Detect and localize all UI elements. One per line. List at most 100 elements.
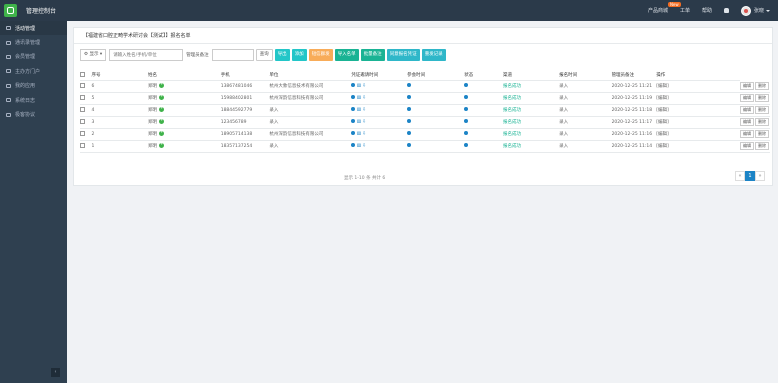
info-icon[interactable]	[407, 143, 412, 148]
import-button[interactable]: 导入名单	[334, 49, 359, 61]
info-icon[interactable]	[464, 143, 469, 148]
note-edit-link[interactable]: [编辑]	[656, 140, 740, 153]
row-checkbox[interactable]	[80, 119, 85, 124]
info-icon[interactable]	[351, 131, 356, 136]
plus-icon[interactable]	[158, 81, 164, 88]
plus-icon[interactable]	[158, 129, 164, 136]
sms-button[interactable]: 短信群发	[308, 49, 333, 61]
info-icon[interactable]	[351, 83, 356, 88]
sidebar-item-agreement[interactable]: 极客协议	[0, 107, 67, 121]
info-icon[interactable]	[351, 119, 356, 124]
pagination: « 1 »	[735, 171, 765, 181]
edit-button[interactable]: 编辑	[740, 81, 754, 90]
row-checkbox[interactable]	[80, 83, 85, 88]
delete-button[interactable]: 删除	[755, 81, 769, 90]
pager-page-1[interactable]: 1	[745, 171, 755, 181]
delete-button[interactable]: 删除	[755, 106, 769, 114]
avatar[interactable]	[740, 5, 751, 16]
sidebar-item-members[interactable]: 会员管理	[0, 50, 67, 64]
note-edit-link[interactable]: [编辑]	[656, 80, 740, 93]
top-link-ticket[interactable]: 工单	[680, 7, 690, 14]
cell-no: 4	[91, 104, 148, 117]
column-header: 操作	[656, 70, 740, 81]
user-name[interactable]: 张晓	[754, 7, 764, 14]
document-icon	[6, 112, 11, 117]
delete-button[interactable]: 删除	[755, 130, 769, 138]
plus-icon[interactable]	[158, 93, 164, 100]
sidebar-item-contacts[interactable]: 通讯录管理	[0, 35, 67, 49]
info-icon[interactable]	[464, 119, 469, 124]
note-edit-link[interactable]: [编辑]	[656, 116, 740, 129]
edit-button[interactable]: 编辑	[740, 94, 754, 102]
resend-log-button[interactable]: 重发记录	[421, 49, 446, 61]
voucher-icon[interactable]: ▤ ⇩	[357, 120, 366, 125]
delete-button[interactable]: 删除	[755, 94, 769, 102]
search-input[interactable]	[109, 49, 184, 61]
note-edit-link[interactable]: [编辑]	[656, 128, 740, 141]
info-icon[interactable]	[464, 107, 469, 112]
edit-button[interactable]: 编辑	[740, 142, 754, 150]
display-select[interactable]: ⚙ 显示 ▾	[80, 49, 107, 61]
approve-voucher-button[interactable]: 同意报名凭证	[386, 49, 420, 61]
cell-unit: 杭州深韵信息科技有限公司	[269, 92, 352, 105]
voucher-icon[interactable]: ▤ ⇩	[357, 144, 366, 149]
info-icon[interactable]	[407, 95, 412, 100]
delete-button[interactable]: 删除	[755, 118, 769, 126]
sidebar-item-logs[interactable]: 系统日志	[0, 93, 67, 107]
info-icon[interactable]	[351, 107, 356, 112]
sidebar-item-organizer[interactable]: 主办方门户	[0, 64, 67, 78]
edit-button[interactable]: 编辑	[740, 130, 754, 138]
top-link-store[interactable]: 产品商城 New	[647, 2, 681, 14]
row-checkbox[interactable]	[80, 107, 85, 112]
voucher-icon[interactable]: ▤ ⇩	[357, 84, 366, 89]
info-icon[interactable]	[407, 131, 412, 136]
registration-table: 序号 姓名 手机 单位 凭证邀请时间 参会时间 状态 渠道 报名时间 管理员备注…	[80, 70, 770, 153]
info-icon[interactable]	[351, 95, 356, 100]
plus-icon[interactable]	[158, 117, 164, 124]
batch-note-button[interactable]: 批量备注	[360, 49, 385, 61]
info-icon[interactable]	[407, 119, 412, 124]
edit-button[interactable]: 编辑	[740, 106, 754, 114]
sidebar-item-label: 活动管理	[15, 25, 36, 32]
note-edit-link[interactable]: [编辑]	[656, 92, 740, 105]
row-checkbox[interactable]	[80, 95, 85, 100]
info-icon[interactable]	[464, 83, 469, 88]
top-link-help[interactable]: 帮助	[702, 7, 712, 14]
plus-icon[interactable]	[158, 141, 164, 148]
info-icon[interactable]	[464, 95, 469, 100]
sidebar-collapse-button[interactable]: ‹	[51, 368, 60, 377]
sidebar-item-activity[interactable]: 活动管理	[0, 21, 67, 36]
top-link-label: 产品商城	[647, 8, 668, 14]
row-checkbox[interactable]	[80, 131, 85, 136]
voucher-icon[interactable]: ▤ ⇩	[357, 132, 366, 137]
admin-note-input[interactable]	[211, 49, 254, 61]
bell-icon[interactable]	[723, 8, 729, 13]
table-row: 6郑明 13867481046杭州大象信息技术有限公司 ▤ ⇩ 报名成功录入2020…	[80, 80, 770, 93]
plus-icon[interactable]	[158, 105, 164, 112]
add-button[interactable]: 添加	[291, 49, 307, 61]
cell-unit: 杭州深韵信息科技有限公司	[269, 128, 352, 141]
export-button[interactable]: 导出	[274, 49, 290, 61]
delete-button[interactable]: 删除	[755, 142, 769, 150]
info-icon[interactable]	[407, 107, 412, 112]
voucher-icon[interactable]: ▤ ⇩	[357, 108, 366, 113]
cell-name: 郑明	[147, 96, 157, 101]
table-row: 4郑明18844592779录入 ▤ ⇩报名成功录入2020-12-25 11:…	[80, 104, 770, 117]
column-header: 姓名	[147, 70, 221, 81]
cell-channel: 录入	[559, 116, 612, 129]
row-checkbox[interactable]	[80, 143, 85, 148]
cell-time: 2020-12-25 11:21	[611, 80, 657, 93]
info-icon[interactable]	[407, 83, 412, 88]
select-all-checkbox[interactable]	[80, 71, 85, 77]
edit-button[interactable]: 编辑	[740, 118, 754, 126]
sidebar-item-apps[interactable]: 我的应用	[0, 79, 67, 93]
query-button[interactable]: 查询	[255, 49, 273, 61]
voucher-icon[interactable]: ▤ ⇩	[357, 96, 366, 101]
cell-phone: 123456789	[220, 116, 270, 129]
chevron-down-icon[interactable]	[766, 9, 770, 12]
info-icon[interactable]	[464, 131, 469, 136]
pager-prev[interactable]: «	[735, 171, 745, 181]
note-edit-link[interactable]: [编辑]	[656, 104, 740, 117]
pager-next[interactable]: »	[755, 171, 765, 181]
info-icon[interactable]	[351, 143, 356, 148]
